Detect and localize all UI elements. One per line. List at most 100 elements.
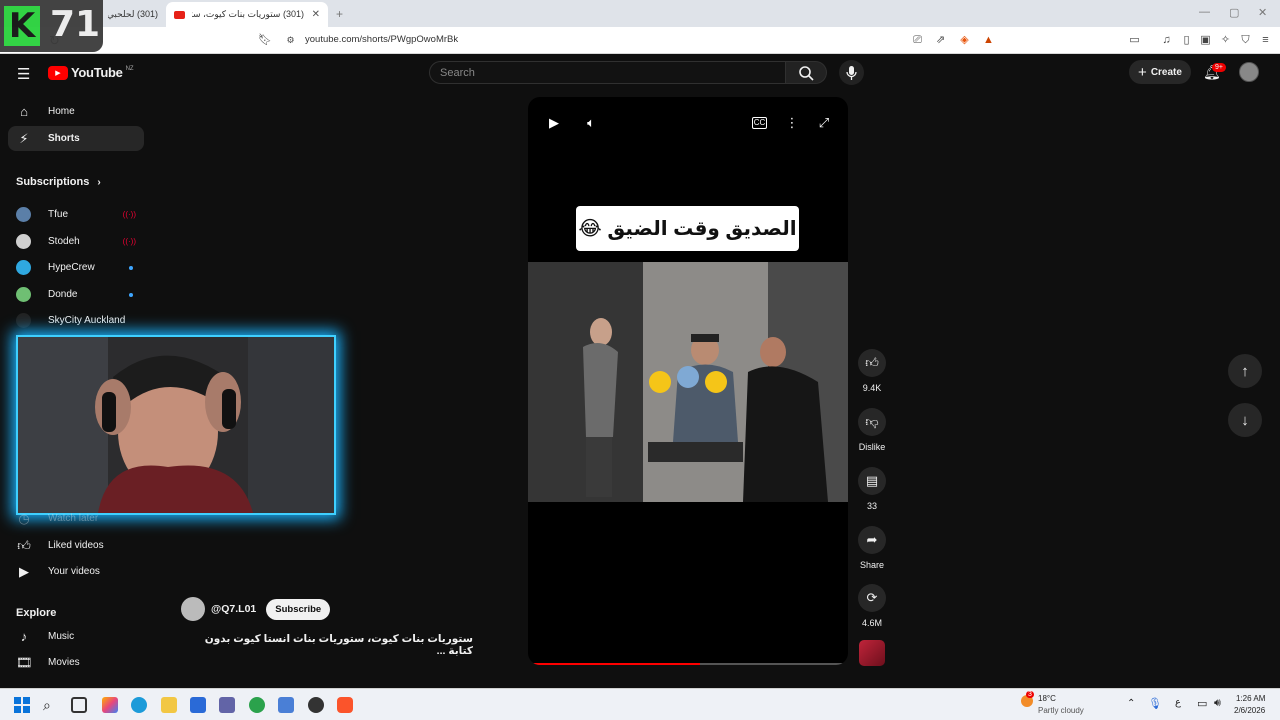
comment-icon: ▤ xyxy=(858,467,886,495)
short-title[interactable]: ستوريات بنات كيوت، ستوريات بنات انستا كي… xyxy=(181,633,473,657)
subscription-item[interactable]: Donde xyxy=(8,282,144,307)
channel-avatar xyxy=(16,287,31,302)
chrome-icon[interactable] xyxy=(249,697,265,713)
media-icon[interactable]: ♫ xyxy=(1160,34,1173,47)
site-info-icon[interactable]: ⚙ xyxy=(284,34,297,47)
show-hidden-icons[interactable]: ⌃ xyxy=(1127,698,1135,709)
comments-button[interactable]: ▤ 33 xyxy=(858,467,886,511)
dislike-button[interactable]: 👎︎ Dislike xyxy=(858,408,886,452)
network-icon[interactable]: ▭ xyxy=(1197,697,1207,710)
avatar[interactable] xyxy=(1239,62,1259,82)
bookmark-icon[interactable]: 🔖︎ xyxy=(258,34,272,47)
short-video-player[interactable]: ▶ 🔈︎ CC ⋮ ⤢ الصديق وقت الضيق 😂 xyxy=(528,97,848,665)
browser-tab[interactable]: (301) لحلحبي ولاتحك xyxy=(100,2,166,27)
fullscreen-icon[interactable]: ⤢ xyxy=(816,115,832,131)
copilot-icon[interactable] xyxy=(102,697,118,713)
share-button[interactable]: ➦ Share xyxy=(858,526,886,570)
sidebar-item-shorts[interactable]: ⚡︎ Shorts xyxy=(8,126,144,151)
rewards-icon[interactable]: ▲ xyxy=(982,34,995,47)
sidebar-item-label: Watch later xyxy=(48,513,99,524)
menu-icon[interactable]: ≡ xyxy=(1259,34,1272,47)
maximize-icon[interactable]: ▢ xyxy=(1229,6,1239,19)
store-icon[interactable] xyxy=(190,697,206,713)
search-taskbar-icon[interactable]: ⌕ xyxy=(43,697,59,713)
subscription-item[interactable]: SkyCity Auckland xyxy=(8,308,144,333)
weather-desc[interactable]: Partly cloudy xyxy=(1038,706,1084,715)
new-content-dot xyxy=(129,265,133,270)
more-options-icon[interactable]: ⋮ xyxy=(784,115,800,131)
like-button[interactable]: 👍︎ 9.4K xyxy=(858,349,886,393)
microphone-icon xyxy=(846,66,857,80)
comment-count: 33 xyxy=(866,501,877,511)
browser-tab-active[interactable]: (301) ستوريات بنات كيوت، ستو ✕ xyxy=(166,2,328,27)
subscription-name: SkyCity Auckland xyxy=(48,315,126,326)
app-icon[interactable] xyxy=(278,697,294,713)
subscription-item[interactable]: Tfue ((·)) xyxy=(8,202,144,227)
sidebar-item-your-videos[interactable]: ▶ Your videos xyxy=(8,559,144,584)
sidebar-item-music[interactable]: ♪ Music xyxy=(8,624,144,649)
install-app-icon[interactable]: ⎚ xyxy=(911,34,924,47)
leo-ai-icon[interactable]: ✧ xyxy=(1219,34,1232,47)
logo-letter: K xyxy=(4,6,40,46)
voice-search-button[interactable] xyxy=(839,60,864,85)
microphone-tray-icon[interactable]: 🎙︎ xyxy=(1148,697,1162,710)
create-button[interactable]: + Create xyxy=(1129,60,1191,84)
video-scene-image xyxy=(528,262,848,502)
volume-icon[interactable]: 🔈︎ xyxy=(583,115,599,131)
subscriptions-heading[interactable]: Subscriptions › xyxy=(16,176,101,188)
browser-tab-strip: (301) لحلحبي ولاتحك (301) ستوريات بنات ك… xyxy=(0,0,1280,27)
play-icon[interactable]: ▶ xyxy=(546,115,562,131)
sidebar-toggle-icon[interactable]: ▭ xyxy=(1128,34,1141,47)
close-tab-icon[interactable]: ✕ xyxy=(312,9,320,20)
video-caption-text: الصديق وقت الضيق 😂 xyxy=(576,206,799,251)
remix-button[interactable]: ⟳ 4.6M xyxy=(858,584,886,628)
language-indicator[interactable]: ع xyxy=(1175,697,1181,708)
explore-heading: Explore xyxy=(16,607,57,619)
video-progress-bar[interactable] xyxy=(533,663,843,665)
task-view-icon[interactable] xyxy=(71,697,87,713)
sidebar-item-watch-later[interactable]: ◷ Watch later xyxy=(8,506,144,531)
file-explorer-icon[interactable] xyxy=(161,697,177,713)
reader-icon[interactable]: ▯ xyxy=(1180,34,1193,47)
sidebar-item-movies[interactable]: 🎞︎ Movies xyxy=(8,650,144,675)
search-button[interactable] xyxy=(786,61,827,84)
next-short-button[interactable]: ↓ xyxy=(1228,403,1262,437)
previous-short-button[interactable]: ↑ xyxy=(1228,354,1262,388)
channel-avatar[interactable] xyxy=(181,597,205,621)
share-page-icon[interactable]: ⇗ xyxy=(934,34,947,47)
teams-icon[interactable] xyxy=(219,697,235,713)
url-field[interactable]: youtube.com/shorts/PWgpOwoMrBk xyxy=(305,34,458,45)
notification-badge: 9+ xyxy=(1212,63,1226,72)
minimize-icon[interactable]: — xyxy=(1199,6,1210,18)
channel-info: @Q7.L01 Subscribe xyxy=(181,597,331,621)
subscription-item[interactable]: Stodeh ((·)) xyxy=(8,229,144,254)
like-count: 9.4K xyxy=(862,383,882,393)
volume-tray-icon[interactable]: 🔊︎ xyxy=(1214,697,1221,710)
chevron-right-icon: › xyxy=(97,176,101,188)
sidebar-item-home[interactable]: ⌂ Home xyxy=(8,99,144,124)
vpn-icon[interactable]: ⛉ xyxy=(1239,34,1252,47)
brave-icon[interactable] xyxy=(337,697,353,713)
hamburger-menu-icon[interactable]: ☰ xyxy=(17,65,30,83)
closed-captions-icon[interactable]: CC xyxy=(752,117,767,129)
weather-temp[interactable]: 18°C xyxy=(1038,694,1056,703)
wallet-icon[interactable]: ▣ xyxy=(1199,34,1212,47)
clock-date[interactable]: 2/6/2026 xyxy=(1234,706,1265,715)
subscription-item[interactable]: HypeCrew xyxy=(8,255,144,280)
home-icon: ⌂ xyxy=(20,104,28,119)
channel-name[interactable]: @Q7.L01 xyxy=(211,603,256,615)
brave-shield-icon[interactable]: ◈ xyxy=(958,34,971,47)
youtube-logo[interactable]: ▶ YouTube NZ xyxy=(48,65,134,80)
streamer-webcam-image xyxy=(18,337,334,513)
search-input[interactable]: Search xyxy=(429,61,786,84)
new-tab-icon[interactable]: + xyxy=(336,7,343,21)
windows-start-icon[interactable] xyxy=(14,697,30,713)
edge-icon[interactable] xyxy=(131,697,147,713)
arrow-down-icon: ↓ xyxy=(1241,411,1249,429)
subscribe-button[interactable]: Subscribe xyxy=(266,598,331,620)
sidebar-item-liked-videos[interactable]: 👍︎ Liked videos xyxy=(8,533,144,558)
sound-thumbnail[interactable] xyxy=(859,640,885,666)
obs-icon[interactable] xyxy=(308,697,324,713)
close-window-icon[interactable]: ✕ xyxy=(1258,6,1267,19)
clock-time[interactable]: 1:26 AM xyxy=(1236,694,1265,703)
